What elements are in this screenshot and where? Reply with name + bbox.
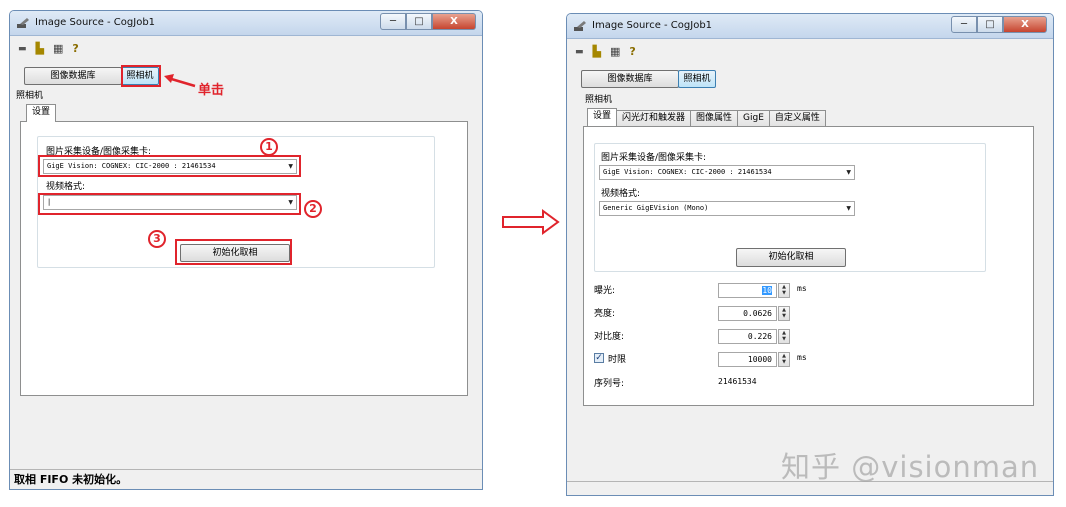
device-value: GigE Vision: COGNEX: CIC-2000 : 21461534	[603, 168, 772, 176]
contrast-input[interactable]: 0.226	[718, 329, 777, 344]
video-format-label: 视频格式:	[46, 182, 86, 192]
image-source-window-after: Image Source - CogJob1 ─ □ X ▬ ▙ ▦ ? 图像数…	[566, 13, 1054, 496]
exposure-label: 曝光:	[594, 286, 616, 296]
brightness-spinner[interactable]: ▲ ▼	[778, 306, 790, 321]
video-format-label: 视频格式:	[601, 189, 641, 199]
watermark: 知乎 @visionman	[781, 450, 1040, 484]
brightness-input[interactable]: 0.0626	[718, 306, 777, 321]
serial-label: 序列号:	[594, 379, 625, 389]
tab-image-properties[interactable]: 图像属性	[690, 110, 739, 126]
live-display-icon[interactable]: ▙	[593, 45, 601, 58]
maximize-button[interactable]: □	[406, 13, 432, 30]
maximize-button[interactable]: □	[977, 16, 1003, 33]
serial-value: 21461534	[718, 377, 757, 386]
contrast-spinner[interactable]: ▲ ▼	[778, 329, 790, 344]
step-marker-2: 2	[304, 200, 322, 218]
title-bar[interactable]: Image Source - CogJob1 ─ □ X	[567, 14, 1053, 39]
timeout-input[interactable]: 10000	[718, 352, 777, 367]
image-source-window-before: Image Source - CogJob1 ─ □ X ▬ ▙ ▦ ? 图像数…	[9, 10, 483, 490]
tab-gige[interactable]: GigE	[737, 110, 770, 126]
window-title: Image Source - CogJob1	[35, 17, 156, 28]
init-acquisition-button[interactable]: 初始化取相	[736, 248, 846, 267]
pin-icon[interactable]: ▬	[18, 44, 27, 54]
tab-settings[interactable]: 设置	[26, 104, 57, 122]
image-database-button[interactable]: 图像数据库	[24, 67, 122, 85]
timeout-unit: ms	[797, 353, 807, 362]
highlight-init-button	[175, 239, 292, 265]
help-icon[interactable]: ?	[72, 42, 78, 55]
highlight-camera-button	[121, 65, 161, 87]
exposure-input[interactable]: 10	[718, 283, 777, 298]
tab-strobe-trigger[interactable]: 闪光灯和触发器	[616, 110, 692, 126]
live-display-icon[interactable]: ▙	[36, 42, 44, 55]
grid-icon[interactable]: ▦	[610, 45, 620, 58]
step-marker-3: 3	[148, 230, 166, 248]
video-format-value: Generic GigEVision (Mono)	[603, 204, 709, 212]
timeout-spinner[interactable]: ▲ ▼	[778, 352, 790, 367]
exposure-spinner[interactable]: ▲ ▼	[778, 283, 790, 298]
tab-custom-properties[interactable]: 自定义属性	[768, 110, 826, 126]
camera-section-label: 照相机	[16, 91, 44, 101]
grid-icon[interactable]: ▦	[53, 42, 63, 55]
minimize-button[interactable]: ─	[951, 16, 977, 33]
transition-arrow-icon	[502, 209, 560, 235]
click-arrow-icon	[164, 74, 196, 88]
exposure-value: 10	[762, 286, 772, 295]
device-combo[interactable]: GigE Vision: COGNEX: CIC-2000 : 21461534…	[599, 165, 855, 180]
timeout-checkbox[interactable]: ✓	[594, 353, 604, 363]
exposure-unit: ms	[797, 284, 807, 293]
click-hint: 单击	[198, 83, 225, 98]
camera-button[interactable]: 照相机	[678, 70, 716, 88]
app-icon	[17, 18, 29, 28]
pin-icon[interactable]: ▬	[575, 47, 584, 57]
video-format-combo[interactable]: Generic GigEVision (Mono) ▼	[599, 201, 855, 216]
highlight-video-format	[38, 193, 301, 215]
dropdown-arrow-icon[interactable]: ▼	[846, 166, 851, 179]
settings-panel: 图片采集设备/图像采集卡: GigE Vision: COGNEX: CIC-2…	[583, 126, 1034, 406]
tab-settings[interactable]: 设置	[587, 108, 618, 126]
close-button[interactable]: X	[1003, 16, 1047, 33]
brightness-label: 亮度:	[594, 309, 616, 319]
highlight-device-combo	[38, 155, 301, 177]
close-button[interactable]: X	[432, 13, 476, 30]
step-marker-1: 1	[260, 138, 278, 156]
title-bar[interactable]: Image Source - CogJob1 ─ □ X	[10, 11, 482, 36]
dropdown-arrow-icon[interactable]: ▼	[846, 202, 851, 215]
contrast-label: 对比度:	[594, 332, 625, 342]
image-database-button[interactable]: 图像数据库	[581, 70, 679, 88]
help-icon[interactable]: ?	[629, 45, 635, 58]
timeout-label: 时限	[608, 355, 627, 365]
minimize-button[interactable]: ─	[380, 13, 406, 30]
camera-section-label: 照相机	[585, 95, 613, 105]
device-label: 图片采集设备/图像采集卡:	[601, 153, 707, 163]
status-bar: 取相 FIFO 未初始化。	[10, 469, 482, 489]
app-icon	[574, 21, 586, 31]
window-title: Image Source - CogJob1	[592, 20, 713, 31]
acquisition-group: 图片采集设备/图像采集卡: GigE Vision: COGNEX: CIC-2…	[594, 143, 986, 272]
